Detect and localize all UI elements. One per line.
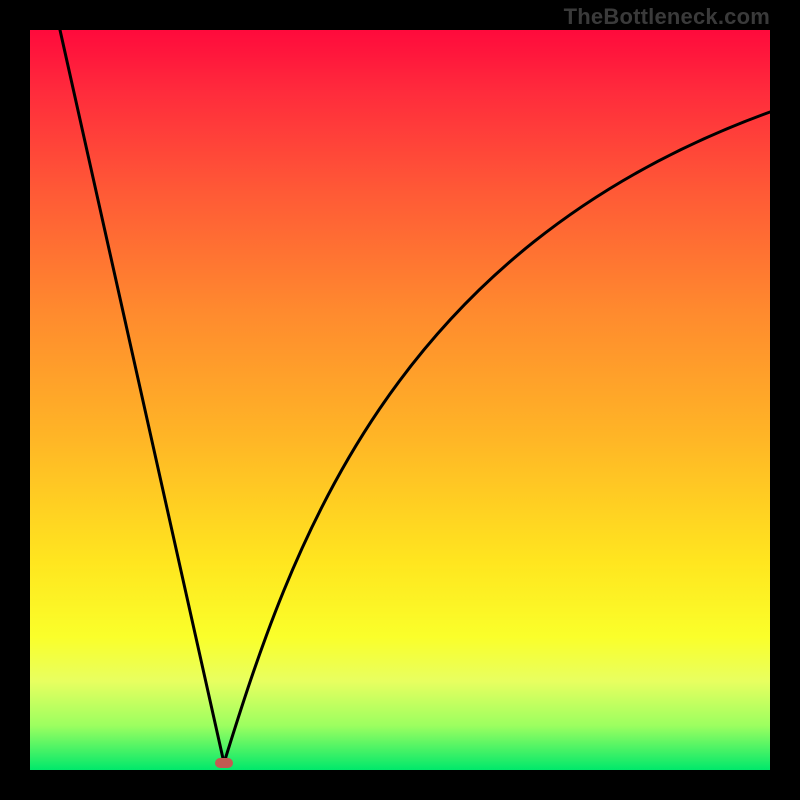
curve-left-branch <box>60 30 224 763</box>
plot-area <box>30 30 770 770</box>
curve-right-branch <box>224 112 770 763</box>
min-marker <box>215 758 233 768</box>
watermark-text: TheBottleneck.com <box>564 4 770 30</box>
bottleneck-curve <box>30 30 770 770</box>
